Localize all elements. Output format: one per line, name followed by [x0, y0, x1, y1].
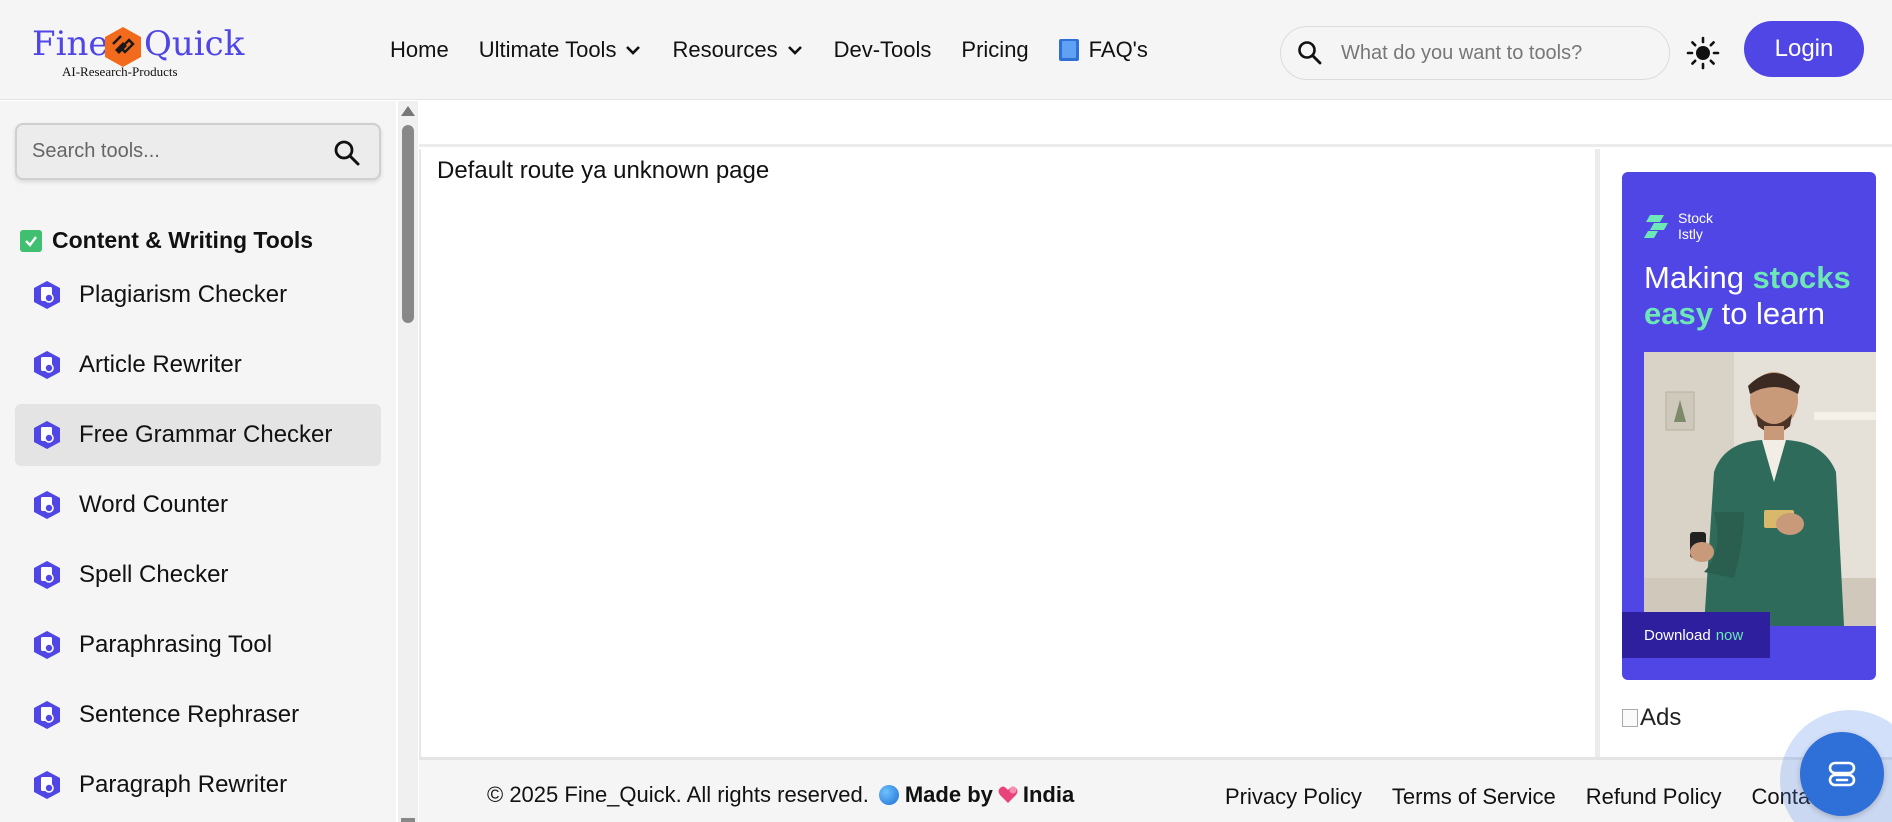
ad-headline-highlight1: stocks: [1752, 260, 1851, 295]
footer: © 2025 Fine_Quick. All rights reserved. …: [419, 757, 1892, 822]
sidebar-item-label: Article Rewriter: [79, 351, 242, 378]
nav-resources[interactable]: Resources: [672, 37, 803, 63]
heart-icon: [998, 786, 1018, 803]
sidebar-item-label: Spell Checker: [79, 561, 229, 588]
copyright: © 2025 Fine_Quick. All rights reserved. …: [487, 782, 1074, 808]
chatbot-button[interactable]: [1800, 732, 1884, 816]
scroll-thumb[interactable]: [402, 125, 414, 323]
ad-cta-label: Download: [1644, 626, 1711, 644]
broken-image-icon: [1622, 709, 1638, 727]
sidebar-search: [15, 123, 381, 180]
tool-icon: [34, 701, 60, 729]
sidebar-item-label: Paraphrasing Tool: [79, 631, 273, 658]
ad-banner[interactable]: Stock Istly Making stocks easy to learn D…: [1622, 172, 1876, 680]
checkbox-icon: [20, 229, 42, 252]
nav-faq-label: FAQ's: [1088, 37, 1148, 62]
book-icon: [1058, 39, 1079, 61]
search-icon[interactable]: [333, 139, 361, 167]
sidebar-scrollbar[interactable]: [398, 101, 418, 822]
sidebar-item-label: Plagiarism Checker: [79, 281, 288, 308]
nav-faq[interactable]: FAQ's: [1058, 37, 1148, 63]
logo-hexagon-icon: [105, 27, 141, 67]
sidebar-item-label: Free Grammar Checker: [79, 421, 333, 448]
scroll-down-arrow-icon[interactable]: [401, 818, 415, 822]
made-by-label: Made by: [904, 782, 993, 807]
tool-list: Plagiarism Checker Article Rewriter Free…: [15, 264, 381, 822]
logo-text-quick: Quick: [144, 24, 245, 64]
sun-icon[interactable]: [1686, 36, 1720, 70]
login-button[interactable]: Login: [1744, 21, 1864, 77]
sidebar-item-sentence-rephraser[interactable]: Sentence Rephraser: [15, 684, 381, 746]
nav-pricing-label: Pricing: [961, 37, 1029, 62]
sidebar-item-label: Sentence Rephraser: [79, 701, 300, 728]
search-icon[interactable]: [1297, 40, 1323, 66]
terms-of-service-link[interactable]: Terms of Service: [1392, 784, 1556, 810]
logo-text-fine: Fine: [32, 24, 109, 64]
ad-cta-highlight: now: [1715, 626, 1744, 644]
sidebar-item-paragraph-rewriter[interactable]: Paragraph Rewriter: [15, 754, 381, 816]
header: Fine Quick AI-Research-Products Home Ult…: [0, 0, 1892, 100]
tool-icon: [34, 421, 60, 449]
scroll-up-arrow-icon[interactable]: [401, 106, 415, 116]
nav-dev-tools-label: Dev-Tools: [833, 37, 932, 62]
tool-icon: [34, 771, 60, 799]
ads-alt-text: Ads: [1640, 704, 1682, 731]
nav-ultimate-tools-label: Ultimate Tools: [478, 37, 617, 62]
ad-headline: Making stocks easy to learn: [1644, 260, 1874, 332]
refund-policy-link[interactable]: Refund Policy: [1586, 784, 1722, 810]
sidebar-item-label: Word Counter: [79, 491, 228, 518]
nav-pricing[interactable]: Pricing: [961, 37, 1028, 63]
copyright-text: © 2025 Fine_Quick. All rights reserved.: [487, 782, 869, 807]
ad-photo: [1644, 352, 1876, 626]
ad-brand-line1: Stock: [1678, 210, 1714, 226]
sidebar-item-plagiarism-checker[interactable]: Plagiarism Checker: [15, 264, 381, 326]
ad-headline-part2: to learn: [1712, 296, 1825, 331]
main-nav: Home Ultimate Tools Resources Dev-Tools …: [390, 32, 1178, 68]
stock-logo-icon: [1644, 215, 1668, 238]
chevron-down-icon: [626, 46, 641, 55]
nav-resources-label: Resources: [672, 37, 778, 62]
chatbot-icon: [1828, 761, 1856, 787]
ad-download-button[interactable]: Download now: [1622, 612, 1770, 658]
sidebar-item-free-grammar-checker[interactable]: Free Grammar Checker: [15, 404, 381, 466]
ad-brand-line2: Istly: [1678, 226, 1703, 242]
tool-icon: [34, 281, 60, 309]
nav-home-label: Home: [390, 37, 449, 62]
privacy-policy-link[interactable]: Privacy Policy: [1225, 784, 1362, 810]
ad-headline-part1: Making: [1644, 260, 1753, 295]
nav-home[interactable]: Home: [390, 37, 449, 63]
sidebar-item-label: Paragraph Rewriter: [79, 771, 288, 798]
sidebar-item-spell-checker[interactable]: Spell Checker: [15, 544, 381, 606]
page-message: Default route ya unknown page: [437, 157, 770, 184]
sidebar-item-word-counter[interactable]: Word Counter: [15, 474, 381, 536]
ad-column: Stock Istly Making stocks easy to learn D…: [1600, 149, 1892, 757]
ad-headline-highlight2: easy: [1644, 296, 1713, 331]
ads-broken-image: Ads: [1622, 704, 1681, 732]
category-header: Content & Writing Tools: [20, 227, 313, 254]
sidebar-search-input[interactable]: [32, 140, 322, 163]
sidebar: Content & Writing Tools Plagiarism Check…: [0, 101, 396, 822]
chevron-down-icon: [787, 46, 802, 55]
tool-icon: [34, 491, 60, 519]
logo[interactable]: Fine Quick AI-Research-Products: [32, 24, 245, 82]
global-search: [1280, 26, 1670, 80]
globe-icon: [878, 785, 899, 805]
tool-icon: [34, 631, 60, 659]
tool-icon: [34, 351, 60, 379]
sidebar-item-paraphrasing-tool[interactable]: Paraphrasing Tool: [15, 614, 381, 676]
nav-dev-tools[interactable]: Dev-Tools: [834, 37, 932, 63]
tool-icon: [34, 561, 60, 589]
country-label: India: [1022, 782, 1075, 807]
global-search-input[interactable]: [1341, 41, 1641, 65]
logo-tagline: AI-Research-Products: [62, 64, 178, 79]
sidebar-item-article-rewriter[interactable]: Article Rewriter: [15, 334, 381, 396]
nav-ultimate-tools[interactable]: Ultimate Tools: [479, 37, 643, 63]
main-content: Default route ya unknown page: [419, 149, 1595, 757]
category-label: Content & Writing Tools: [52, 227, 314, 253]
main-top-bar: [419, 101, 1892, 147]
ad-brand: Stock Istly: [1644, 210, 1713, 242]
